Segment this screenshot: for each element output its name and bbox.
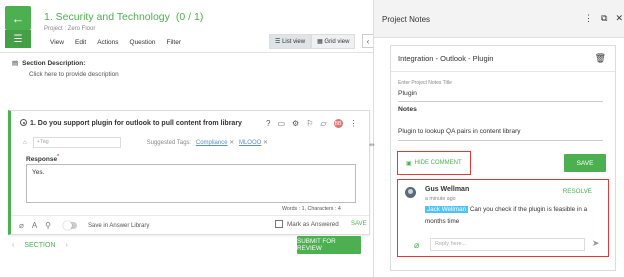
help-icon[interactable]: ? [266, 119, 270, 128]
chat-icon[interactable]: ▱ [320, 119, 326, 128]
radio-icon[interactable] [20, 119, 27, 126]
submit-for-review-button[interactable]: SUBMIT FOR REVIEW [297, 236, 361, 254]
reply-input[interactable]: Reply here... [430, 238, 585, 251]
note-header: Integration - Outlook - Plugin 🗑 [391, 46, 615, 72]
panel-title: Project Notes [382, 15, 431, 24]
save-note-button[interactable]: SAVE [564, 154, 606, 172]
menu-edit[interactable]: Edit [75, 39, 86, 46]
comment-author: Gus Wellman [425, 186, 470, 193]
header-divider [0, 52, 373, 53]
hamburger-icon: ☰ [13, 33, 23, 45]
card-footer-divider [11, 215, 369, 216]
chevron-left-icon[interactable]: ‹ [12, 242, 14, 249]
attachment-icon[interactable]: ⌀ [19, 221, 24, 230]
menu-view[interactable]: View [50, 39, 64, 46]
note-title-label: Enter Project Notes Title [398, 80, 452, 86]
comment-time: a minute ago [425, 196, 456, 202]
note-title-input[interactable]: Plugin [398, 90, 603, 102]
list-view-button[interactable]: ☰ List view [269, 34, 312, 49]
view-toggle: ☰ List view ▦ Grid view [269, 34, 356, 49]
menu-filter[interactable]: Filter [167, 39, 181, 46]
comment-icon: ▣ [406, 160, 412, 167]
save-in-library-label: Save in Answer Library [88, 222, 150, 229]
arrow-left-icon: ← [11, 10, 25, 26]
avatar [405, 187, 416, 198]
chevron-left-icon: ‹ [366, 36, 370, 46]
flag-icon[interactable]: ⚐ [306, 119, 313, 128]
comment-thread: Gus Wellman a minute ago RESOLVE Jack We… [397, 179, 609, 257]
word-count: Words : 1, Characters : 4 [282, 206, 341, 212]
panel-toolbar: ⋮ ⧉ ✕ [584, 13, 623, 24]
suggested-tag-mlooo[interactable]: MLOOO [239, 140, 261, 146]
chevron-right-icon[interactable]: › [65, 242, 67, 249]
grid-view-button[interactable]: ▦ Grid view [311, 34, 356, 49]
open-external-icon[interactable]: ⧉ [601, 13, 607, 24]
drag-handle-icon[interactable]: ⇹ [369, 141, 375, 149]
close-icon[interactable]: ✕ [229, 140, 234, 146]
page-title: 1. Security and Technology (0 / 1) [44, 11, 203, 23]
comment-icon[interactable]: ▭ [277, 119, 285, 128]
note-card: Integration - Outlook - Plugin 🗑 Enter P… [390, 45, 616, 271]
grid-icon: ▦ [317, 39, 323, 45]
comment-text: Jack Wellman Can you check if the plugin… [425, 206, 588, 225]
panel-splitter[interactable] [373, 0, 374, 277]
menu-question[interactable]: Question [130, 39, 156, 46]
question-toolbar: ? ▭ ⚙ ⚐ ▱ BB ⋮ [266, 119, 358, 128]
attachment-icon[interactable]: ⌀ [414, 240, 419, 251]
save-in-library-toggle[interactable] [63, 221, 78, 230]
menu-actions[interactable]: Actions [97, 39, 118, 46]
more-vertical-icon[interactable]: ⋮ [350, 119, 358, 128]
section-description-label: ▤ Section Description: [12, 60, 86, 67]
assign-icon[interactable]: ⚙ [292, 119, 299, 128]
suggested-tags: Suggested Tags: Compliance ✕ MLOOO ✕ [146, 140, 268, 146]
section-description-input[interactable]: Click here to provide description [29, 71, 119, 78]
mention-tag[interactable]: Jack Wellman [425, 206, 469, 213]
top-menu: View Edit Actions Question Filter [50, 39, 181, 46]
back-button[interactable]: ← [5, 6, 31, 30]
trash-icon[interactable]: 🗑 [595, 53, 606, 64]
response-label: Response* [26, 154, 60, 164]
section-nav-label[interactable]: SECTION [24, 242, 55, 249]
text-format-icon[interactable]: A [32, 221, 37, 230]
tag-icon: ⌂ [23, 139, 27, 146]
send-icon[interactable]: ➤ [592, 238, 600, 249]
suggested-tag-compliance[interactable]: Compliance [196, 140, 228, 146]
list-icon: ☰ [275, 39, 281, 45]
note-heading: Integration - Outlook - Plugin [398, 54, 494, 63]
resolve-button[interactable]: RESOLVE [563, 188, 592, 195]
section-title: 1. Security and Technology [44, 11, 170, 23]
question-card: 1. Do you support plugin for outlook to … [8, 110, 370, 235]
library-search-icon[interactable]: ⚲ [45, 221, 51, 230]
more-vertical-icon[interactable]: ⋮ [584, 13, 593, 24]
hamburger-menu-button[interactable]: ☰ [5, 30, 31, 48]
project-label: Project : Zero Floor [44, 26, 96, 32]
question-count: (0 / 1) [175, 11, 204, 23]
close-icon[interactable]: ✕ [263, 140, 268, 146]
close-icon[interactable]: ✕ [615, 13, 623, 24]
mark-answered[interactable]: Mark as Answered [275, 220, 339, 228]
question-title: 1. Do you support plugin for outlook to … [20, 119, 242, 127]
notes-label: Notes [398, 106, 417, 113]
save-answer-button[interactable]: SAVE [351, 221, 367, 227]
card-footer-tools: ⌀ A ⚲ Save in Answer Library [19, 221, 149, 230]
avatar[interactable]: BB [333, 119, 343, 128]
section-nav: ‹ SECTION › [12, 242, 68, 249]
response-textarea[interactable]: Yes. [26, 164, 356, 203]
notes-input[interactable]: Plugin to lookup QA pairs in content lib… [398, 128, 603, 141]
tag-input[interactable]: +Tag [32, 137, 121, 148]
hide-comment-button[interactable]: ▣ HIDE COMMENT [397, 151, 471, 175]
mark-answered-checkbox[interactable] [275, 220, 283, 228]
tag-row: ⌂ +Tag Suggested Tags: Compliance ✕ MLOO… [23, 137, 268, 148]
document-icon: ▤ [12, 60, 19, 67]
